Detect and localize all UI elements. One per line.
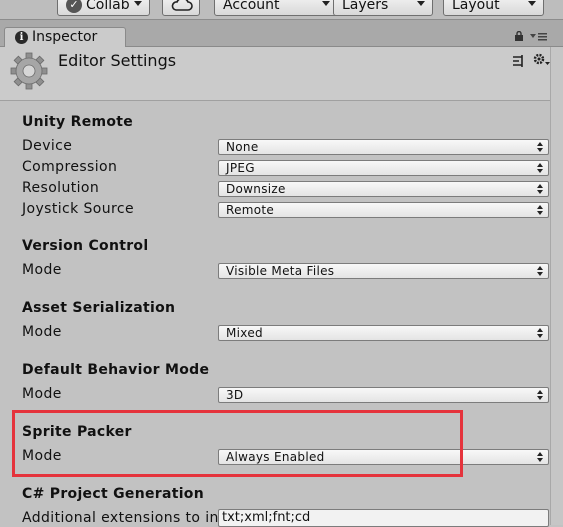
section-title-sprite-packer: Sprite Packer — [22, 424, 132, 440]
device-label: Device — [22, 138, 73, 154]
default-behavior-mode-dropdown[interactable]: 3D — [218, 387, 549, 403]
compression-dropdown[interactable]: JPEG — [218, 160, 549, 176]
account-dropdown[interactable]: Account — [214, 0, 338, 16]
default-behavior-mode-label: Mode — [22, 386, 62, 402]
chevron-down-icon — [134, 1, 142, 6]
account-label: Account — [223, 0, 280, 13]
additional-extensions-input[interactable]: txt;xml;fnt;cd — [218, 509, 549, 527]
joystick-source-dropdown[interactable]: Remote — [218, 202, 549, 218]
asset-serialization-mode-label: Mode — [22, 324, 62, 340]
top-toolbar: ✓ Collab Account Layers Layout — [0, 0, 563, 20]
updown-arrows-icon — [537, 163, 543, 173]
resolution-dropdown[interactable]: Downsize — [218, 181, 549, 197]
additional-extensions-label: Additional extensions to incl — [22, 510, 218, 526]
cloud-button[interactable] — [162, 0, 200, 16]
default-behavior-mode-value: 3D — [226, 388, 244, 402]
layers-label: Layers — [342, 0, 389, 13]
tab-inspector[interactable]: i Inspector — [4, 27, 126, 47]
section-title-csharp-project-generation: C# Project Generation — [22, 486, 204, 502]
updown-arrows-icon — [537, 452, 543, 462]
editor-settings-content: Unity Remote Device None Compression JPE… — [0, 101, 550, 527]
section-title-unity-remote: Unity Remote — [22, 114, 134, 130]
vertical-scrollbar[interactable] — [550, 47, 563, 525]
chevron-down-icon — [417, 1, 425, 6]
tab-bar: i Inspector — [0, 20, 563, 47]
gear-menu-icon[interactable] — [533, 53, 551, 67]
sprite-packer-mode-dropdown[interactable]: Always Enabled — [218, 449, 549, 465]
info-icon: i — [15, 31, 28, 44]
sprite-packer-mode-label: Mode — [22, 448, 62, 464]
joystick-source-value: Remote — [226, 203, 275, 217]
section-title-version-control: Version Control — [22, 238, 149, 254]
section-title-asset-serialization: Asset Serialization — [22, 300, 176, 316]
collab-dropdown[interactable]: ✓ Collab — [57, 0, 150, 16]
compression-value: JPEG — [226, 161, 255, 175]
joystick-source-label: Joystick Source — [22, 201, 134, 217]
device-dropdown[interactable]: None — [218, 139, 549, 155]
inspector-tab-label: Inspector — [32, 29, 98, 45]
chevron-down-icon — [322, 1, 330, 6]
updown-arrows-icon — [537, 205, 543, 215]
updown-arrows-icon — [537, 184, 543, 194]
lock-icon[interactable] — [514, 31, 524, 41]
updown-arrows-icon — [537, 142, 543, 152]
asset-serialization-mode-dropdown[interactable]: Mixed — [218, 325, 549, 341]
collab-label: Collab — [86, 0, 130, 13]
updown-arrows-icon — [537, 266, 543, 276]
section-title-default-behavior-mode: Default Behavior Mode — [22, 362, 210, 378]
gear-icon — [10, 52, 48, 90]
version-control-mode-label: Mode — [22, 262, 62, 278]
updown-arrows-icon — [537, 390, 543, 400]
layout-dropdown[interactable]: Layout — [443, 0, 544, 16]
layers-dropdown[interactable]: Layers — [333, 0, 433, 16]
chevron-down-icon — [528, 1, 536, 6]
additional-extensions-value: txt;xml;fnt;cd — [222, 510, 311, 525]
inspector-header: Editor Settings — [0, 47, 550, 101]
compression-label: Compression — [22, 159, 118, 175]
resolution-label: Resolution — [22, 180, 100, 196]
layout-label: Layout — [452, 0, 500, 13]
page-title: Editor Settings — [58, 51, 177, 70]
resolution-value: Downsize — [226, 182, 286, 196]
cloud-icon — [171, 0, 193, 11]
menu-icon[interactable] — [530, 32, 548, 42]
updown-arrows-icon — [537, 328, 543, 338]
device-value: None — [226, 140, 259, 154]
asset-serialization-mode-value: Mixed — [226, 326, 263, 340]
sprite-packer-mode-value: Always Enabled — [226, 450, 325, 464]
version-control-mode-value: Visible Meta Files — [226, 264, 335, 278]
preset-icon[interactable] — [511, 54, 525, 68]
check-circle-icon: ✓ — [66, 0, 82, 13]
version-control-mode-dropdown[interactable]: Visible Meta Files — [218, 263, 549, 279]
